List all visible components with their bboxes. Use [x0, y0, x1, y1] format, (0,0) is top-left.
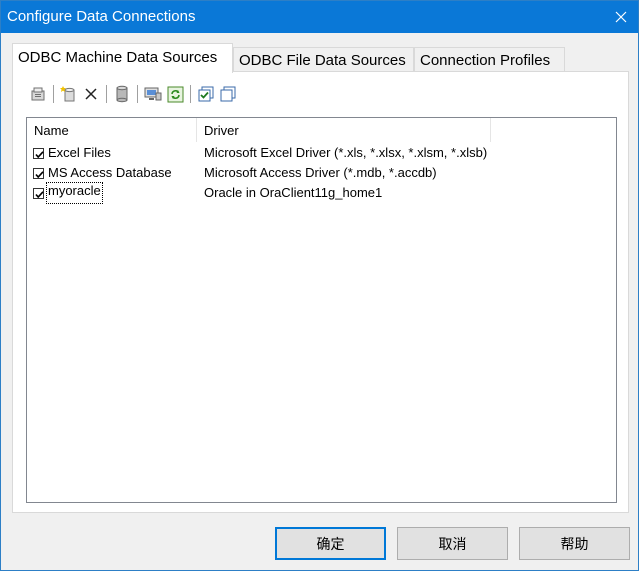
column-header-driver[interactable]: Driver — [197, 118, 491, 142]
cancel-button[interactable]: 取消 — [397, 527, 508, 560]
new-data-source-icon[interactable] — [58, 83, 80, 105]
help-button[interactable]: 帮助 — [519, 527, 630, 560]
tab-odbc-machine-data-sources[interactable]: ODBC Machine Data Sources — [12, 43, 233, 73]
close-icon[interactable] — [604, 1, 638, 33]
toolbar — [27, 81, 239, 107]
toolbar-separator — [190, 85, 191, 103]
check-all-icon[interactable] — [195, 83, 217, 105]
properties-icon[interactable] — [27, 83, 49, 105]
row-checkbox[interactable] — [33, 188, 44, 199]
row-name: Excel Files — [48, 145, 111, 160]
list-item[interactable]: MS Access Database Microsoft Access Driv… — [27, 163, 616, 183]
database-icon[interactable] — [111, 83, 133, 105]
tab-panel: Name Driver Excel Files Microsoft Excel … — [12, 71, 629, 513]
list-item[interactable]: Excel Files Microsoft Excel Driver (*.xl… — [27, 143, 616, 163]
refresh-icon[interactable] — [164, 83, 186, 105]
row-checkbox[interactable] — [33, 148, 44, 159]
uncheck-all-icon[interactable] — [217, 83, 239, 105]
dialog-window: Configure Data Connections ODBC Machine … — [0, 0, 639, 571]
title-bar[interactable]: Configure Data Connections — [1, 1, 638, 33]
row-name: MS Access Database — [48, 165, 172, 180]
column-header-name[interactable]: Name — [27, 118, 197, 142]
ok-button[interactable]: 确定 — [275, 527, 386, 560]
data-source-list[interactable]: Name Driver Excel Files Microsoft Excel … — [26, 117, 617, 503]
list-header: Name Driver — [27, 118, 616, 142]
row-checkbox[interactable] — [33, 168, 44, 179]
toolbar-separator — [106, 85, 107, 103]
toolbar-separator — [53, 85, 54, 103]
row-driver: Oracle in OraClient11g_home1 — [204, 185, 383, 200]
delete-icon[interactable] — [80, 83, 102, 105]
list-item[interactable]: myoracle Oracle in OraClient11g_home1 — [27, 182, 616, 204]
tab-odbc-file-data-sources[interactable]: ODBC File Data Sources — [233, 47, 414, 73]
row-name: myoracle — [46, 182, 103, 204]
row-driver: Microsoft Access Driver (*.mdb, *.accdb) — [204, 165, 437, 180]
toolbar-separator — [137, 85, 138, 103]
tab-connection-profiles[interactable]: Connection Profiles — [414, 47, 565, 73]
window-title: Configure Data Connections — [7, 8, 196, 25]
row-driver: Microsoft Excel Driver (*.xls, *.xlsx, *… — [204, 145, 488, 160]
configure-icon[interactable] — [142, 83, 164, 105]
